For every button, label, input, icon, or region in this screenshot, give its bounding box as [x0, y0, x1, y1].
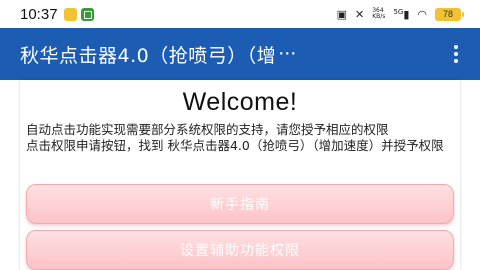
notification-app-icon [63, 7, 77, 21]
battery-level: 78 [435, 7, 461, 21]
vibrate-icon: ▣ [336, 7, 348, 21]
status-bar: 10:37 ▣ ✕ 364 KB/s 5G▮ ◠ 78 [0, 0, 480, 28]
more-vert-icon[interactable] [446, 39, 466, 69]
description-line-2: 点击权限申请按钮，找到 秋华点击器4.0（抢喷弓）（增加速度）并授予权限 [26, 138, 444, 153]
network-speed-unit: KB/s [372, 13, 386, 20]
permission-description: 自动点击功能实现需要部分系统权限的支持，请您授予相应的权限 点击权限申请按钮，找… [20, 117, 460, 154]
status-indicators: ▣ ✕ 364 KB/s 5G▮ ◠ 78 [336, 7, 464, 21]
battery-icon: 78 [435, 7, 464, 21]
notification-gallery-icon [80, 7, 94, 21]
signal-icon: 5G▮ [393, 7, 410, 21]
app-title-ellipsis: ··· [278, 43, 297, 65]
battery-tip [462, 11, 464, 17]
description-line-1: 自动点击功能实现需要部分系统权限的支持，请您授予相应的权限 [26, 122, 389, 137]
signal-label: 5G [393, 7, 404, 16]
main-card: Welcome! 自动点击功能实现需要部分系统权限的支持，请您授予相应的权限 点… [20, 80, 460, 270]
network-speed: 364 KB/s [372, 8, 385, 20]
welcome-heading: Welcome! [182, 88, 298, 116]
beginner-guide-button[interactable]: 新手指南 [26, 184, 454, 224]
notification-icons [63, 7, 94, 21]
status-time: 10:37 [20, 5, 58, 23]
app-bar: 秋华点击器4.0（抢喷弓）（增 ··· [0, 28, 480, 80]
mute-icon: ✕ [355, 7, 365, 21]
wifi-icon: ◠ [417, 7, 427, 21]
accessibility-settings-button[interactable]: 设置辅助功能权限 [26, 230, 454, 270]
app-title: 秋华点击器4.0（抢喷弓）（增 [20, 44, 277, 67]
